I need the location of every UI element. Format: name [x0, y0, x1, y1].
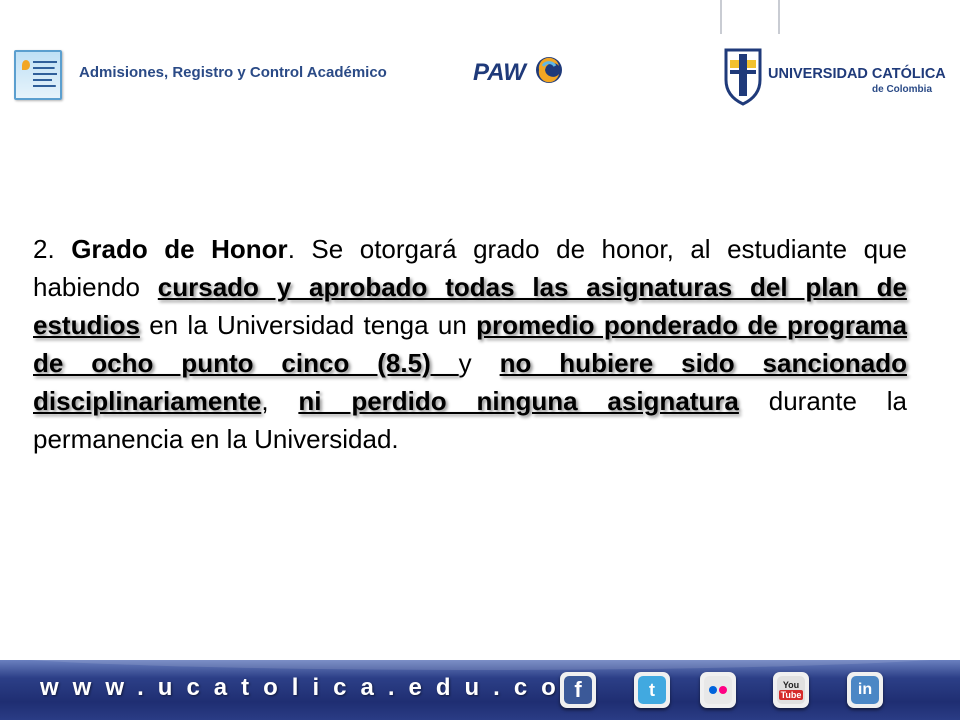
grado-de-honor-paragraph: 2. Grado de Honor. Se otorgará grado de … — [33, 230, 907, 458]
university-logo-subtext: de Colombia — [872, 84, 932, 95]
linkedin-button[interactable]: in — [847, 672, 883, 708]
facebook-icon: f — [564, 676, 592, 704]
twitter-button[interactable]: t — [634, 672, 670, 708]
paragraph-text: , — [261, 386, 299, 416]
youtube-icon-bottom: Tube — [778, 690, 804, 700]
office-logo-text-lines — [33, 61, 57, 91]
paragraph-text: en la Universidad tenga un — [139, 310, 477, 340]
youtube-button[interactable]: You Tube — [773, 672, 809, 708]
footer-swoosh — [0, 660, 960, 670]
requirement-no-failed-courses: ni perdido ninguna asignatura — [298, 386, 739, 416]
university-logo-text: UNIVERSIDAD CATÓLICA — [768, 64, 946, 82]
term-grado-de-honor: Grado de Honor — [71, 234, 288, 264]
twitter-icon: t — [638, 676, 666, 704]
item-number: 2. — [33, 234, 72, 264]
header-title: Admisiones, Registro y Control Académico — [79, 64, 387, 81]
paragraph-text: y — [458, 348, 500, 378]
location-pin-icon — [22, 60, 30, 70]
header: Admisiones, Registro y Control Académico… — [0, 40, 960, 112]
footer: www.ucatolica.edu.co f t You Tube in — [0, 660, 960, 720]
university-logo: UNIVERSIDAD CATÓLICA de Colombia — [724, 48, 946, 106]
youtube-icon-top: You — [782, 680, 800, 690]
flickr-button[interactable] — [700, 672, 736, 708]
linkedin-icon: in — [851, 676, 879, 704]
flickr-icon — [704, 676, 732, 704]
paw-logo: PAW — [473, 57, 562, 86]
youtube-icon: You Tube — [777, 676, 805, 704]
website-url[interactable]: www.ucatolica.edu.co — [40, 674, 570, 702]
top-divider-line — [720, 0, 722, 34]
office-logo — [14, 50, 62, 100]
paw-logo-text: PAW — [473, 59, 528, 86]
top-divider-line — [778, 0, 780, 34]
facebook-button[interactable]: f — [560, 672, 596, 708]
